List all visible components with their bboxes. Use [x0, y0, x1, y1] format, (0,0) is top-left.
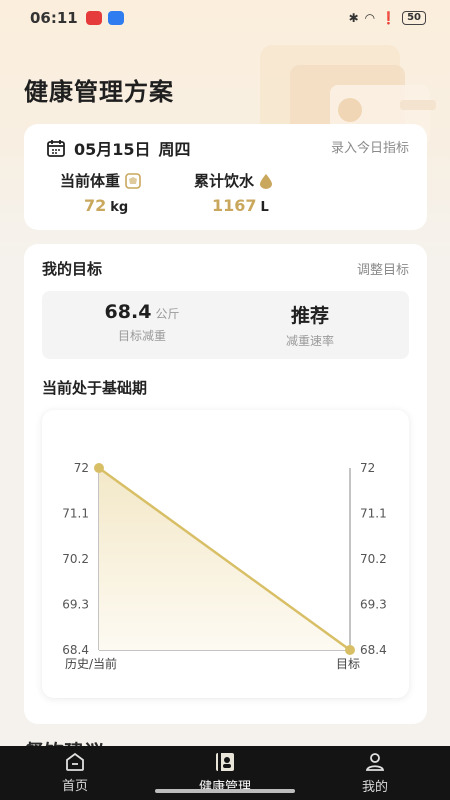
tab-home-label: 首页 [61, 779, 88, 794]
y-tick-label-right: 68.4 [360, 643, 387, 657]
target-weight-value: 68.4 [104, 301, 152, 323]
record-today-link[interactable]: 录入今日指标 [331, 137, 409, 156]
y-tick-label-right: 70.2 [360, 552, 387, 566]
y-tick-label-left: 68.4 [62, 643, 89, 657]
y-tick-label-left: 70.2 [62, 552, 89, 566]
y-tick-label-right: 69.3 [360, 598, 387, 612]
wifi-icon: ◠ [364, 11, 376, 25]
tab-profile-label: 我的 [361, 780, 388, 795]
data-point-target [345, 645, 355, 655]
water-drop-icon [260, 173, 273, 189]
date-row: 05月15日 周四 [46, 136, 191, 160]
y-tick-label-left: 71.1 [62, 507, 89, 521]
y-tick-label-right: 71.1 [360, 507, 387, 521]
bluetooth-icon: ✱ [348, 11, 359, 25]
alert-icon: ❗ [381, 11, 397, 25]
target-weight-unit: 公斤 [155, 307, 180, 321]
notification-app-icon [85, 11, 102, 25]
phase-title: 当前处于基础期 [42, 379, 148, 397]
status-bar: 06:11 ✱ ◠ ❗ 50 [0, 0, 450, 36]
health-book-icon [216, 753, 234, 771]
home-icon [66, 752, 84, 771]
data-point-current [94, 463, 104, 473]
calendar-icon [47, 140, 65, 157]
loss-rate: 推荐 减重速率 [230, 301, 390, 349]
loss-rate-value: 推荐 [290, 305, 329, 327]
goal-title: 我的目标 [42, 260, 103, 278]
adjust-goal-link[interactable]: 调整目标 [357, 259, 409, 278]
weight-label-text: 当前体重 [60, 172, 121, 190]
battery-icon: 50 [402, 11, 426, 25]
y-tick-label-right: 72 [360, 461, 375, 475]
y-tick-label-left: 69.3 [62, 598, 89, 612]
scale-icon [125, 172, 141, 189]
tab-home[interactable]: 首页 [15, 752, 135, 794]
tab-profile[interactable]: 我的 [315, 751, 435, 795]
water-value: 1167 [212, 196, 257, 215]
home-indicator [155, 789, 295, 793]
y-tick-label-left: 72 [74, 461, 89, 475]
loss-rate-label: 减重速率 [285, 334, 334, 348]
current-weekday: 周四 [158, 140, 191, 159]
water-unit: L [260, 200, 269, 215]
weight-unit: kg [110, 200, 129, 215]
x-tick-label-current: 历史/当前 [65, 656, 117, 671]
current-date: 05月15日 [74, 140, 151, 159]
weight-value: 72 [84, 196, 107, 215]
goal-summary-box: 68.4 公斤 目标减重 推荐 减重速率 [42, 291, 409, 359]
weight-metric-value: 72 kg [84, 196, 128, 215]
notification-app-icon [107, 11, 124, 25]
status-indicators: ✱ ◠ ❗ 50 [349, 11, 426, 25]
today-summary-card: 05月15日 周四 录入今日指标 当前体重 72 kg 累计饮水 1167 L [24, 124, 427, 230]
status-time: 06:11 [30, 9, 78, 27]
profile-icon [365, 753, 385, 771]
target-weight: 68.4 公斤 目标减重 [62, 301, 222, 344]
weight-plan-chart: 72 72 71.1 71.1 70.2 70.2 69.3 69.3 68.4 68.4 历史/当… [42, 410, 409, 698]
page-title: 健康管理方案 [24, 78, 174, 106]
goal-card: 我的目标 调整目标 68.4 公斤 目标减重 推荐 减重速率 当前处于基础期 72… [24, 244, 427, 724]
target-weight-label: 目标减重 [117, 329, 166, 343]
weight-plan-chart-svg: 72 7271.1 71.170.2 70.269.3 69.368.4 68.4历史/当… [62, 461, 387, 671]
weight-metric-label: 当前体重 [60, 170, 141, 191]
water-label-text: 累计饮水 [194, 172, 255, 190]
water-metric-label: 累计饮水 [194, 170, 273, 191]
x-tick-label-target: 目标 [336, 657, 360, 671]
water-metric-value: 1167 L [212, 196, 269, 215]
